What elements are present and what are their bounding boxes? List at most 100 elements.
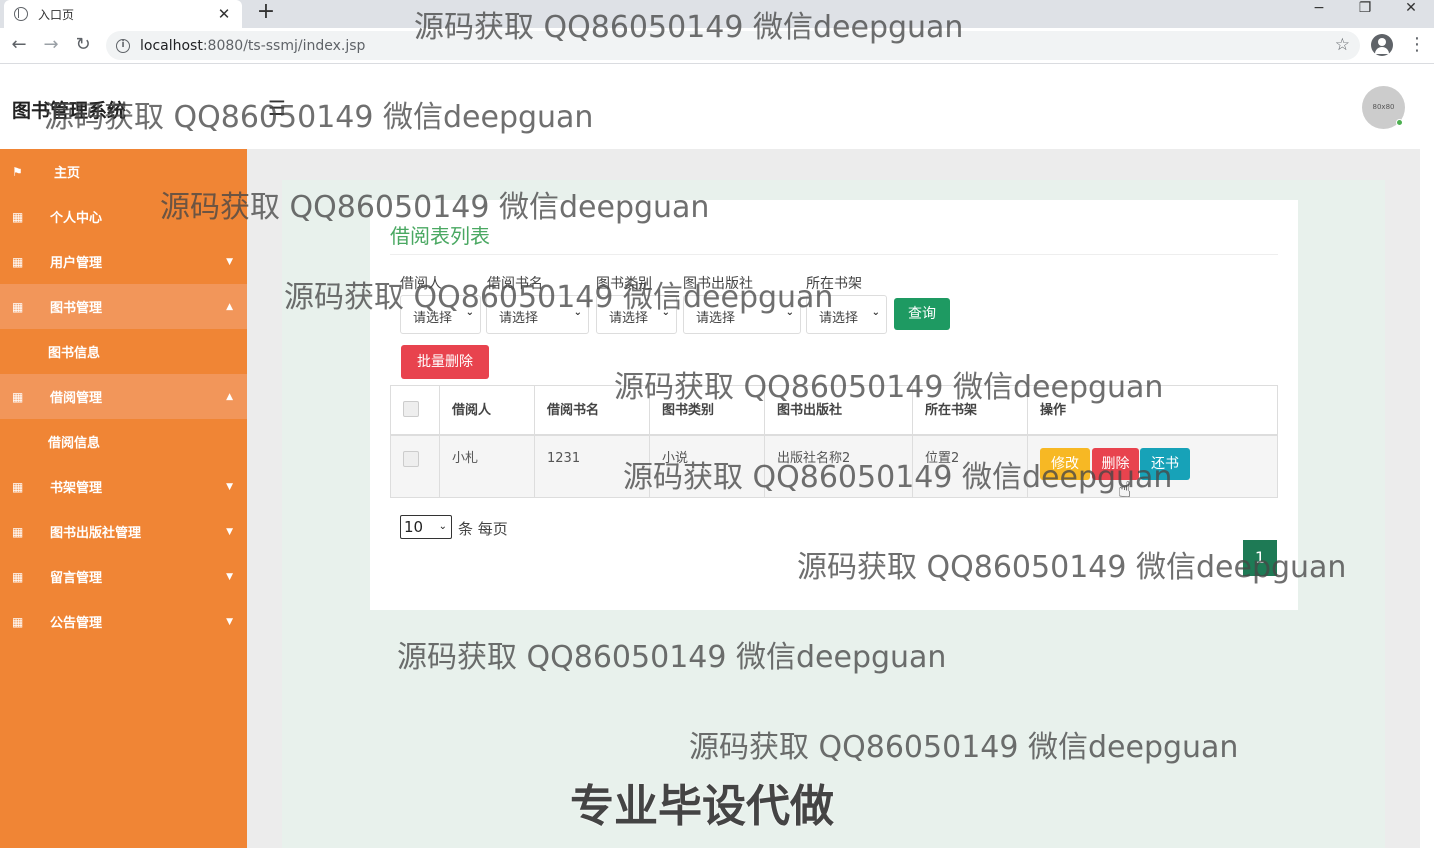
sidebar-item-books[interactable]: ▦ 图书管理 ▲ bbox=[0, 284, 247, 329]
sidebar-item-label: 公告管理 bbox=[50, 616, 103, 631]
row-checkbox[interactable] bbox=[403, 451, 419, 467]
cell-actions: 修改 删除 还书 bbox=[1028, 436, 1277, 497]
sidebar-item-messages[interactable]: ▦ 留言管理 ▼ bbox=[0, 554, 247, 599]
borrow-table: 借阅人 借阅书名 图书类别 图书出版社 所在书架 操作 小札 1231 小说 出… bbox=[390, 385, 1278, 498]
caret-down-icon: ▼ bbox=[226, 526, 233, 537]
filter-label-borrower: 借阅人 bbox=[400, 276, 442, 292]
filter-select-shelf[interactable]: 请选择 ⌄ bbox=[806, 295, 887, 334]
grid-icon: ▦ bbox=[12, 254, 24, 269]
url-input[interactable]: i localhost:8080/ts-ssmj/index.jsp ☆ bbox=[106, 31, 1360, 60]
filter-select-borrower[interactable]: 请选择 ⌄ bbox=[400, 295, 481, 334]
caret-down-icon: ▼ bbox=[226, 481, 233, 492]
online-status-dot bbox=[1396, 119, 1403, 126]
cell-borrower: 小札 bbox=[440, 436, 535, 497]
column-header: 借阅人 bbox=[440, 386, 535, 434]
filter-label-book-name: 借阅书名 bbox=[487, 276, 543, 292]
query-button[interactable]: 查询 bbox=[894, 298, 950, 330]
batch-delete-button[interactable]: 批量删除 bbox=[401, 345, 489, 379]
select-value: 请选择 bbox=[609, 311, 649, 326]
filter-select-publisher[interactable]: 请选择 ⌄ bbox=[683, 295, 801, 334]
sidebar-item-borrow[interactable]: ▦ 借阅管理 ▲ bbox=[0, 374, 247, 419]
sidebar-item-label: 主页 bbox=[54, 166, 81, 181]
profile-icon[interactable] bbox=[1371, 34, 1393, 56]
back-arrow-icon[interactable]: ← bbox=[7, 34, 31, 58]
cell-shelf: 位置2 bbox=[913, 436, 1028, 497]
sidebar-item-label: 图书管理 bbox=[50, 301, 103, 316]
sidebar: ⚑ 主页 ▦ 个人中心 ▦ 用户管理 ▼ ▦ 图书管理 ▲ 图书信息 ▦ 借阅管… bbox=[0, 149, 247, 848]
grid-icon: ▦ bbox=[12, 479, 24, 494]
close-window-button[interactable]: ✕ bbox=[1388, 0, 1434, 28]
sidebar-item-label: 用户管理 bbox=[50, 256, 103, 271]
delete-button[interactable]: 删除 bbox=[1092, 448, 1139, 480]
header-select-cell bbox=[391, 386, 440, 434]
chevron-down-icon: ⌄ bbox=[785, 307, 794, 318]
return-book-button[interactable]: 还书 bbox=[1140, 448, 1190, 480]
address-bar: ← → ↻ i localhost:8080/ts-ssmj/index.jsp… bbox=[0, 28, 1434, 64]
grid-icon: ▦ bbox=[12, 614, 24, 629]
page-size-select[interactable]: 10 ⌄ bbox=[400, 515, 452, 539]
column-header: 借阅书名 bbox=[535, 386, 650, 434]
sidebar-item-home[interactable]: ⚑ 主页 bbox=[0, 149, 247, 194]
forward-arrow-icon[interactable]: → bbox=[39, 34, 63, 58]
select-all-checkbox[interactable] bbox=[403, 401, 419, 417]
flag-icon: ⚑ bbox=[12, 164, 23, 179]
filter-label-publisher: 图书出版社 bbox=[683, 276, 753, 292]
grid-icon: ▦ bbox=[12, 389, 24, 404]
browser-tab[interactable]: 入口页 ✕ bbox=[4, 0, 242, 28]
select-value: 请选择 bbox=[413, 311, 453, 326]
sidebar-item-publishers[interactable]: ▦ 图书出版社管理 ▼ bbox=[0, 509, 247, 554]
restore-button[interactable]: ❐ bbox=[1342, 0, 1388, 28]
cell-book-name: 1231 bbox=[535, 436, 650, 497]
sidebar-item-label: 借阅管理 bbox=[50, 391, 103, 406]
app-brand: 图书管理系统 bbox=[12, 100, 127, 122]
url-path: :8080/ts-ssmj/index.jsp bbox=[202, 37, 366, 54]
info-icon[interactable]: i bbox=[116, 38, 130, 53]
sidebar-item-label: 个人中心 bbox=[50, 211, 103, 226]
sidebar-item-notices[interactable]: ▦ 公告管理 ▼ bbox=[0, 599, 247, 644]
caret-down-icon: ▼ bbox=[226, 616, 233, 627]
select-value: 请选择 bbox=[696, 311, 736, 326]
reload-icon[interactable]: ↻ bbox=[71, 34, 95, 58]
globe-icon bbox=[14, 7, 28, 21]
column-header: 操作 bbox=[1040, 403, 1067, 418]
app-header: 图书管理系统 ☰ 80x80 bbox=[0, 64, 1420, 149]
bookmark-star-icon[interactable]: ☆ bbox=[1335, 35, 1350, 55]
column-header: 所在书架 bbox=[913, 386, 1028, 434]
table-header: 借阅人 借阅书名 图书类别 图书出版社 所在书架 操作 bbox=[391, 386, 1277, 436]
page-button[interactable]: 1 bbox=[1243, 540, 1277, 576]
grid-icon: ▦ bbox=[12, 569, 24, 584]
filter-label-category: 图书类别 bbox=[596, 276, 652, 292]
table-row: 小札 1231 小说 出版社名称2 位置2 修改 删除 还书 bbox=[391, 436, 1277, 497]
grid-icon: ▦ bbox=[12, 209, 24, 224]
sidebar-item-label: 图书出版社管理 bbox=[50, 526, 142, 541]
minimize-button[interactable]: − bbox=[1296, 0, 1342, 28]
edit-button[interactable]: 修改 bbox=[1040, 448, 1090, 480]
chevron-down-icon: ⌄ bbox=[573, 307, 582, 318]
sidebar-subitem-borrow-info[interactable]: 借阅信息 bbox=[0, 419, 247, 464]
select-value: 请选择 bbox=[819, 311, 859, 326]
column-header: 图书出版社 bbox=[765, 386, 913, 434]
sidebar-item-profile[interactable]: ▦ 个人中心 bbox=[0, 194, 247, 239]
grid-icon: ▦ bbox=[12, 524, 24, 539]
page-size-label: 条 每页 bbox=[458, 520, 508, 538]
grid-icon: ▦ bbox=[12, 299, 24, 314]
sidebar-item-shelves[interactable]: ▦ 书架管理 ▼ bbox=[0, 464, 247, 509]
borrow-list-card: 借阅表列表 借阅人 借阅书名 图书类别 图书出版社 所在书架 请选择 ⌄ 请选择… bbox=[370, 200, 1298, 610]
sidebar-item-label: 书架管理 bbox=[50, 481, 103, 496]
browser-tab-strip: 入口页 ✕ + − ❐ ✕ bbox=[0, 0, 1434, 28]
more-menu-icon[interactable]: ⋮ bbox=[1408, 34, 1426, 58]
sidebar-item-users[interactable]: ▦ 用户管理 ▼ bbox=[0, 239, 247, 284]
tab-close-icon[interactable]: ✕ bbox=[216, 5, 232, 23]
watermark-banner: 专业毕设代做 bbox=[570, 781, 834, 832]
filter-select-category[interactable]: 请选择 ⌄ bbox=[596, 295, 677, 334]
filter-select-book-name[interactable]: 请选择 ⌄ bbox=[486, 295, 589, 334]
hamburger-menu-icon[interactable]: ☰ bbox=[268, 96, 286, 120]
chevron-down-icon: ⌄ bbox=[661, 307, 670, 318]
chevron-down-icon: ⌄ bbox=[438, 521, 447, 532]
caret-down-icon: ▼ bbox=[226, 256, 233, 267]
hand-cursor-icon: ☝ bbox=[1118, 478, 1132, 503]
sidebar-subitem-book-info[interactable]: 图书信息 bbox=[0, 329, 247, 374]
new-tab-button[interactable]: + bbox=[256, 0, 276, 28]
cell-publisher: 出版社名称2 bbox=[765, 436, 913, 497]
column-header: 图书类别 bbox=[650, 386, 765, 434]
